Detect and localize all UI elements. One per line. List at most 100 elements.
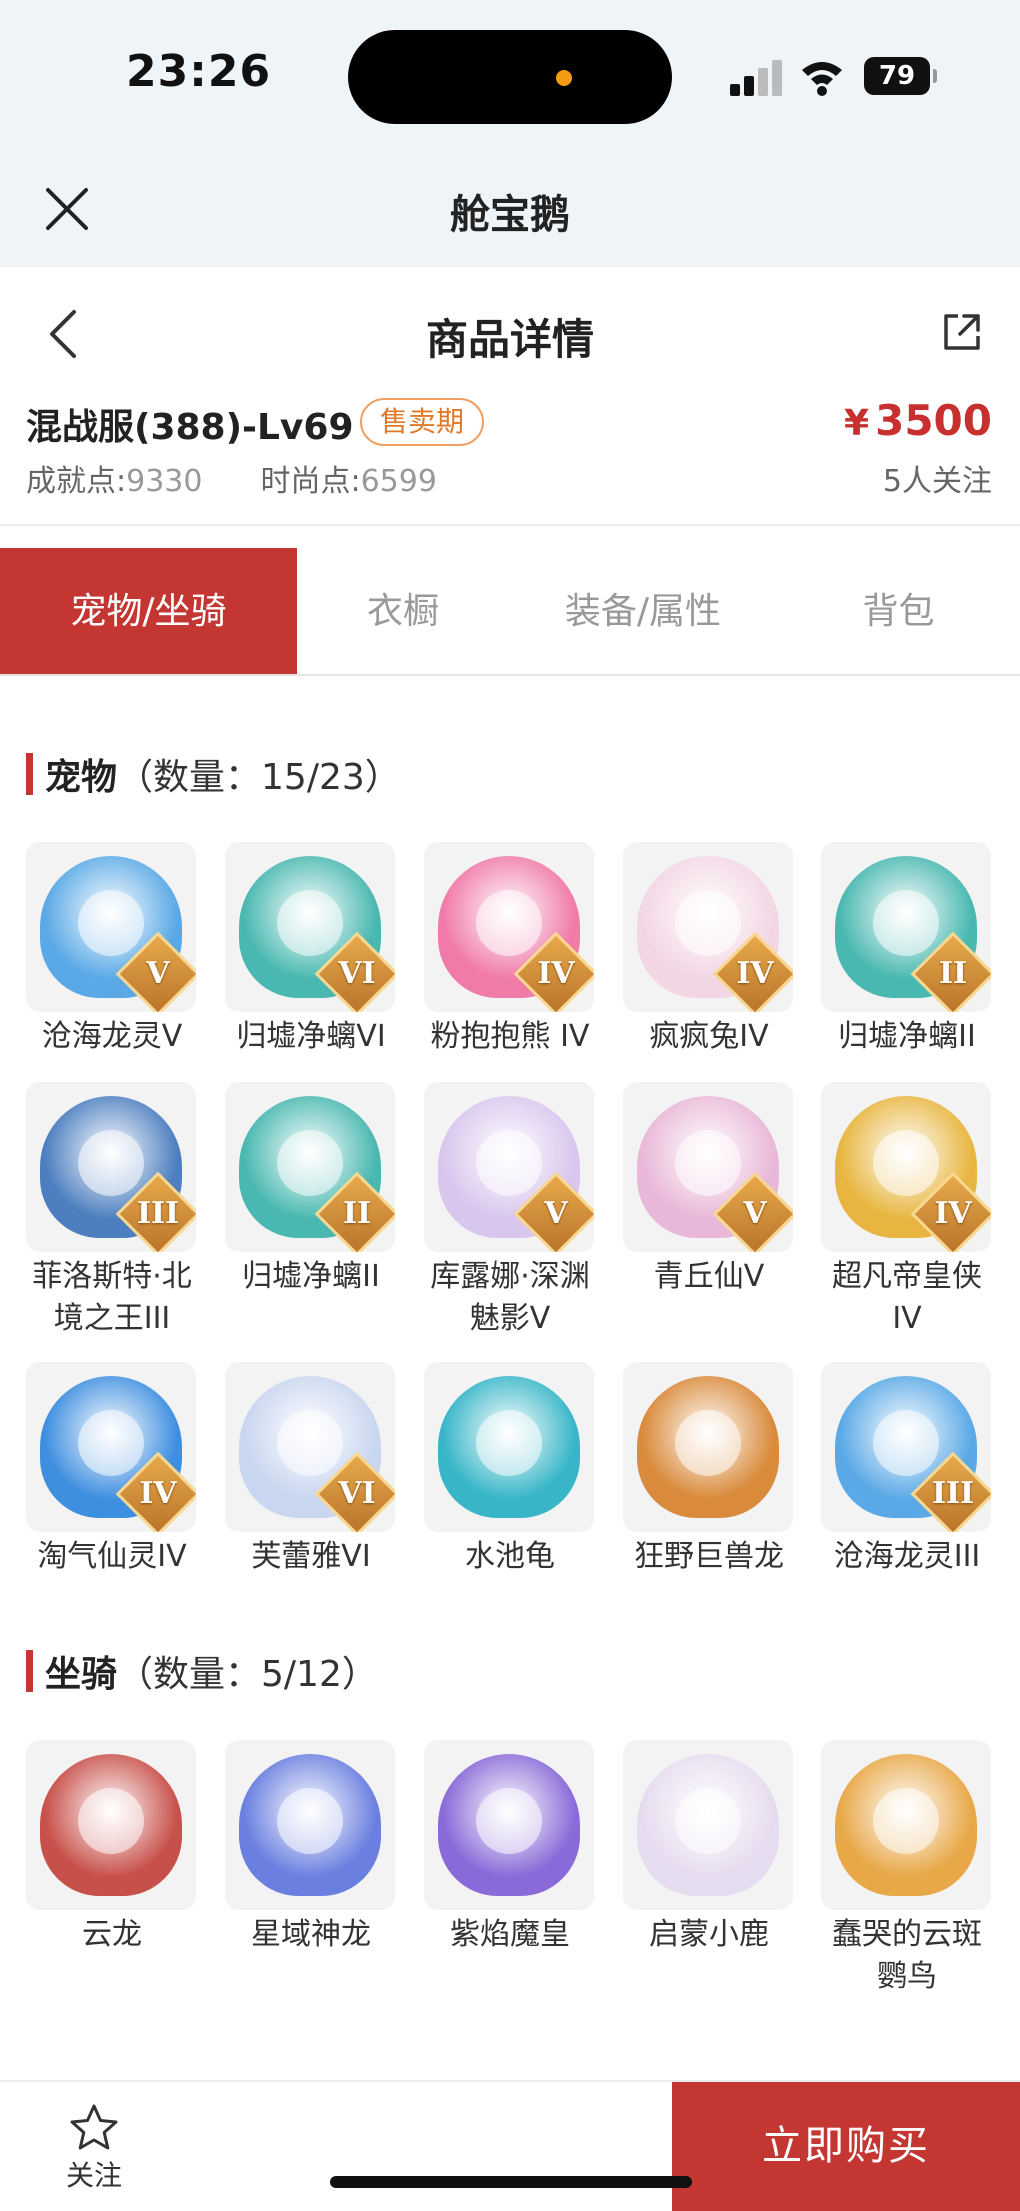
item-thumbnail: II — [225, 1082, 395, 1252]
mount-item[interactable]: 紫焰魔皇 — [424, 1740, 596, 1956]
pet-item[interactable]: IV 疯疯兔IV — [623, 842, 795, 1058]
rank-numeral: IV — [736, 956, 774, 991]
item-name: 归墟净螭II — [838, 1019, 976, 1054]
price-value: 3500 — [875, 396, 992, 445]
item-name: 紫焰魔皇 — [450, 1917, 570, 1952]
pet-item[interactable]: IV 超凡帝皇侠IV — [821, 1082, 993, 1340]
item-art — [637, 1376, 779, 1518]
price-symbol: ¥ — [844, 403, 870, 444]
app-title: 舱宝鹅 — [450, 192, 570, 238]
item-thumbnail — [821, 1740, 991, 1910]
pet-item[interactable]: V 青丘仙V — [623, 1082, 795, 1298]
pet-item[interactable]: VI 芙蕾雅VI — [225, 1362, 397, 1578]
pet-item[interactable]: III 沧海龙灵III — [821, 1362, 993, 1578]
item-name: 库露娜·深渊魅影V — [430, 1259, 590, 1336]
rank-numeral: V — [146, 956, 170, 991]
star-icon — [70, 2104, 118, 2150]
pets-count: （数量：15/23） — [117, 757, 401, 798]
fashion-label: 时尚点: — [260, 464, 361, 499]
mounts-count: （数量：5/12） — [117, 1654, 378, 1695]
signal-icon — [730, 60, 786, 96]
item-thumbnail: V — [424, 1082, 594, 1252]
item-name: 沧海龙灵V — [41, 1019, 183, 1054]
follow-button[interactable]: 关注 — [62, 2102, 126, 2194]
item-name: 芙蕾雅VI — [251, 1539, 371, 1574]
item-name: 水池龟 — [465, 1539, 555, 1574]
pet-item[interactable]: II 归墟净螭II — [821, 842, 993, 1058]
item-art — [637, 1754, 779, 1896]
rank-numeral: VI — [338, 1476, 376, 1511]
achievement-label: 成就点: — [26, 464, 127, 499]
server-level: 混战服(388)-Lv69 — [26, 407, 354, 448]
follow-label: 关注 — [65, 2159, 122, 2192]
item-thumbnail: V — [623, 1082, 793, 1252]
mount-item[interactable]: 云龙 — [26, 1740, 198, 1956]
rank-numeral: III — [931, 1476, 975, 1511]
tab-pets-mounts[interactable]: 宠物/坐骑 — [0, 548, 297, 674]
item-thumbnail: VI — [225, 842, 395, 1012]
pet-item[interactable]: V 沧海龙灵V — [26, 842, 198, 1058]
tab-bar: 宠物/坐骑 衣橱 装备/属性 背包 — [0, 548, 1020, 676]
achievement-value: 9330 — [126, 464, 203, 499]
item-thumbnail: IV — [821, 1082, 991, 1252]
rank-numeral: V — [544, 1196, 568, 1231]
item-art — [835, 1754, 977, 1896]
pet-item[interactable]: II 归墟净螭II — [225, 1082, 397, 1298]
rank-numeral: II — [938, 956, 968, 991]
item-thumbnail: IV — [623, 842, 793, 1012]
item-thumbnail — [623, 1362, 793, 1532]
pet-item[interactable]: VI 归墟净螭VI — [225, 842, 397, 1058]
pet-item[interactable]: III 菲洛斯特·北境之王III — [26, 1082, 198, 1340]
item-name: 菲洛斯特·北境之王III — [32, 1259, 192, 1336]
pet-item[interactable]: 水池龟 — [424, 1362, 596, 1578]
pet-item[interactable]: 狂野巨兽龙 — [623, 1362, 795, 1578]
mount-item[interactable]: 启蒙小鹿 — [623, 1740, 795, 1956]
item-art — [40, 1754, 182, 1896]
mounts-section-title: 坐骑（数量：5/12） — [26, 1645, 378, 1697]
rank-numeral: II — [342, 1196, 372, 1231]
item-thumbnail — [623, 1740, 793, 1910]
item-name: 归墟净螭VI — [236, 1019, 386, 1054]
item-thumbnail — [26, 1740, 196, 1910]
item-name: 狂野巨兽龙 — [634, 1539, 784, 1574]
item-art — [438, 1376, 580, 1518]
pet-item[interactable]: IV 粉抱抱熊 IV — [424, 842, 596, 1058]
item-thumbnail: IV — [424, 842, 594, 1012]
mount-item[interactable]: 蠢哭的云斑鹦鸟 — [821, 1740, 993, 1998]
item-name: 沧海龙灵III — [833, 1539, 981, 1574]
followers-count: 5人关注 — [882, 464, 992, 499]
item-thumbnail: VI — [225, 1362, 395, 1532]
rank-numeral: IV — [537, 956, 575, 991]
item-name: 超凡帝皇侠IV — [832, 1259, 982, 1336]
status-time: 23:26 — [126, 46, 272, 97]
dynamic-island — [348, 30, 672, 124]
share-icon[interactable] — [940, 310, 984, 354]
item-name: 蠢哭的云斑鹦鸟 — [832, 1917, 982, 1994]
buy-now-button[interactable]: 立即购买 — [672, 2082, 1020, 2211]
tab-backpack[interactable]: 背包 — [777, 548, 1020, 674]
item-name: 粉抱抱熊 IV — [430, 1019, 590, 1054]
pet-item[interactable]: V 库露娜·深渊魅影V — [424, 1082, 596, 1340]
bottom-bar: 关注 立即购买 — [0, 2080, 1020, 2211]
price: ¥3500 — [844, 396, 992, 445]
item-name: 疯疯兔IV — [649, 1019, 769, 1054]
item-art — [438, 1754, 580, 1896]
tab-wardrobe[interactable]: 衣橱 — [297, 548, 509, 674]
item-thumbnail — [225, 1740, 395, 1910]
item-art — [239, 1754, 381, 1896]
pet-item[interactable]: IV 淘气仙灵IV — [26, 1362, 198, 1578]
item-name: 星域神龙 — [251, 1917, 371, 1952]
item-thumbnail — [424, 1362, 594, 1532]
rank-numeral: VI — [338, 956, 376, 991]
status-badge: 售卖期 — [360, 398, 485, 446]
tab-equipment[interactable]: 装备/属性 — [509, 548, 777, 674]
page-title: 商品详情 — [425, 315, 594, 364]
item-name: 青丘仙V — [653, 1259, 765, 1294]
pets-title: 宠物 — [45, 757, 118, 798]
home-indicator — [330, 2176, 692, 2188]
mounts-title: 坐骑 — [45, 1654, 118, 1695]
mount-item[interactable]: 星域神龙 — [225, 1740, 397, 1956]
product-stats: 成就点:9330 时尚点:6599 — [26, 456, 437, 500]
item-thumbnail — [424, 1740, 594, 1910]
rank-numeral: III — [136, 1196, 180, 1231]
